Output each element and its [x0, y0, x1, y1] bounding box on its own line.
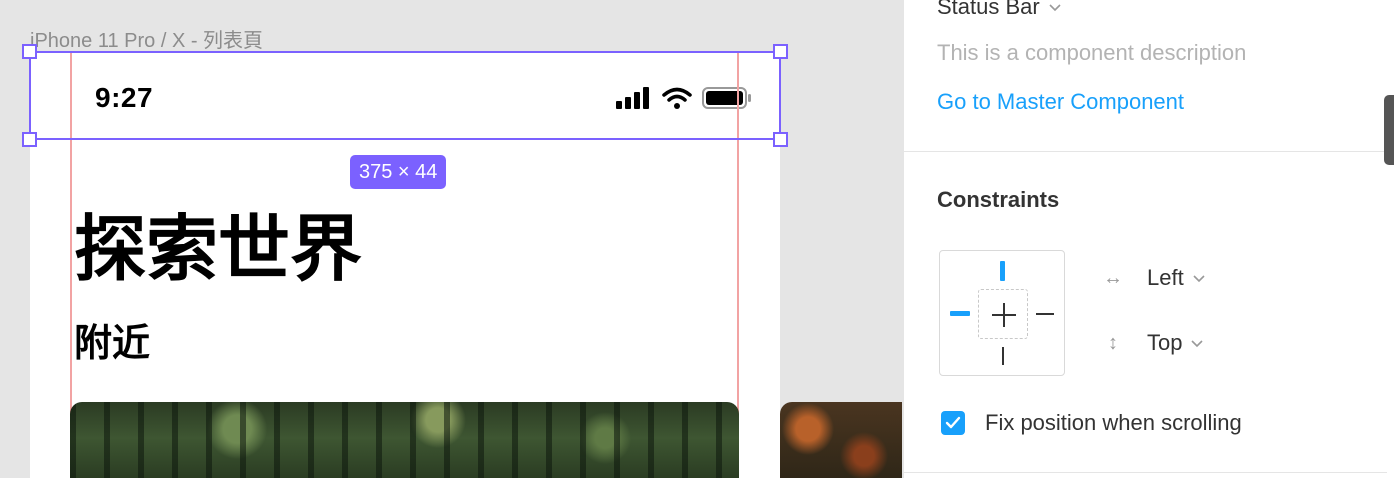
chevron-down-icon: [1191, 340, 1204, 348]
component-name: Status Bar: [937, 0, 1040, 19]
section-heading[interactable]: 附近: [74, 312, 150, 367]
forest-photo-card[interactable]: [70, 402, 739, 478]
selection-box[interactable]: [29, 51, 781, 140]
constraints-widget[interactable]: [939, 250, 1065, 376]
resize-handle-bottom-left[interactable]: [22, 132, 37, 147]
resize-handle-top-right[interactable]: [773, 44, 788, 59]
vertical-constraint-value: Top: [1147, 330, 1183, 355]
chevron-down-icon: [1049, 4, 1061, 12]
go-to-master-component-link[interactable]: Go to Master Component: [937, 89, 1184, 115]
vertical-resize-icon: ↕: [1108, 331, 1118, 354]
section-divider: [904, 151, 1387, 152]
properties-panel: Status Bar This is a component descripti…: [903, 0, 1394, 478]
constraint-top-line[interactable]: [1000, 261, 1005, 281]
panel-scrollbar[interactable]: [1384, 95, 1394, 165]
selection-size-badge: 375 × 44: [350, 155, 447, 189]
fix-position-label: Fix position when scrolling: [985, 410, 1242, 435]
autumn-photo-card[interactable]: [780, 402, 902, 478]
frame-label[interactable]: iPhone 11 Pro / X - 列表頁: [30, 24, 263, 53]
constraint-center-box[interactable]: [978, 289, 1028, 339]
fix-position-option[interactable]: Fix position when scrolling: [941, 410, 1242, 436]
constraint-right-line[interactable]: [1036, 313, 1054, 315]
design-canvas[interactable]: iPhone 11 Pro / X - 列表頁 9:27 375 × 44 探索…: [0, 0, 902, 478]
resize-handle-top-left[interactable]: [22, 44, 37, 59]
page-heading[interactable]: 探索世界: [74, 190, 362, 295]
constraint-center-vertical[interactable]: [1003, 303, 1005, 327]
section-divider: [904, 472, 1387, 473]
component-name-dropdown[interactable]: Status Bar: [937, 0, 1062, 20]
chevron-down-icon: [1193, 275, 1205, 283]
horizontal-resize-icon: ↔: [1103, 266, 1123, 289]
checkmark-icon: [945, 416, 961, 429]
vertical-constraint-dropdown[interactable]: ↕ Top: [1101, 330, 1204, 356]
horizontal-constraint-dropdown[interactable]: ↔ Left: [1101, 265, 1206, 291]
component-description[interactable]: This is a component description: [937, 40, 1246, 66]
resize-handle-bottom-right[interactable]: [773, 132, 788, 147]
constraints-title: Constraints: [937, 187, 1060, 212]
constraint-bottom-line[interactable]: [1002, 347, 1004, 365]
horizontal-constraint-value: Left: [1147, 265, 1184, 290]
fix-position-checkbox[interactable]: [941, 411, 965, 435]
constraint-left-line[interactable]: [950, 311, 970, 316]
